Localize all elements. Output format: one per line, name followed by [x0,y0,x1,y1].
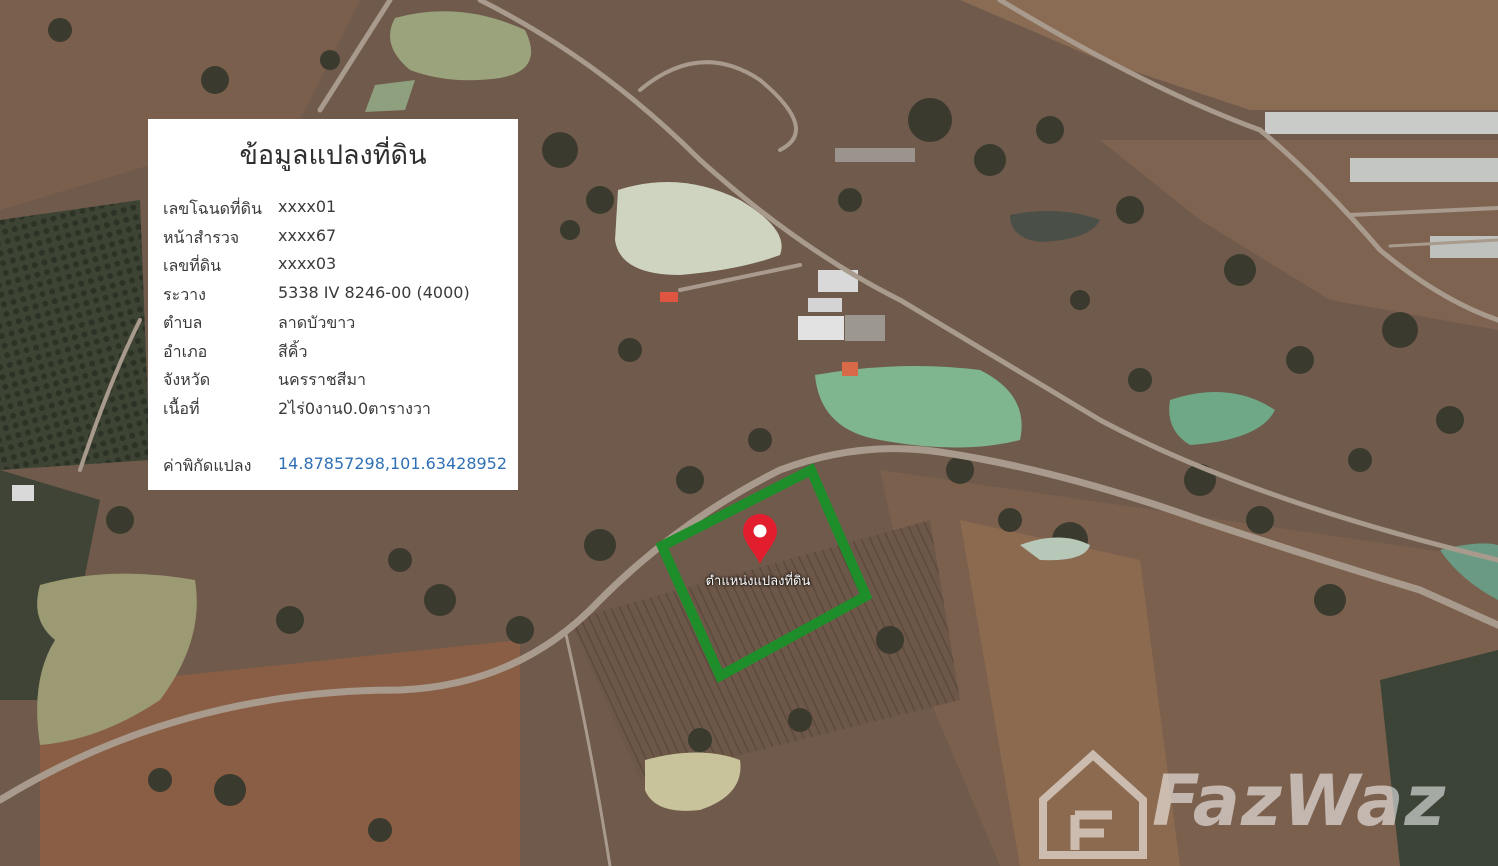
label-coordinates: ค่าพิกัดแปลง [163,456,252,475]
label-district: อำเภอ [163,342,208,361]
label-title-deed-number: เลขโฉนดที่ดิน [163,199,262,218]
label-land-number: เลขที่ดิน [163,256,222,275]
value-survey-page: xxxx67 [278,226,337,245]
value-map-sheet: 5338 IV 8246-00 (4000) [278,283,470,302]
value-land-number: xxxx03 [278,254,337,273]
watermark: FazWaz [1040,750,1490,860]
orchard [0,200,150,470]
land-parcel-info-card: ข้อมูลแปลงที่ดิน เลขโฉนดที่ดิน xxxx01 หน… [148,119,518,490]
value-title-deed-number: xxxx01 [278,197,337,216]
label-survey-page: หน้าสำรวจ [163,228,240,247]
value-district: สีคิ้ว [278,342,308,361]
label-area: เนื้อที่ [163,399,200,418]
info-card-title: ข้อมูลแปลงที่ดิน [239,140,427,171]
value-subdistrict: ลาดบัวขาว [278,313,356,332]
value-province: นครราชสีมา [278,370,366,389]
value-area: 2ไร่0งาน0.0ตารางวา [278,399,431,418]
coordinates-link[interactable]: 14.87857298,101.63428952 [278,454,507,473]
label-map-sheet: ระวาง [163,285,206,304]
label-subdistrict: ตำบล [163,313,203,332]
label-province: จังหวัด [163,370,211,389]
parcel-location-label: ตำแหน่งแปลงที่ดิน [705,574,811,589]
watermark-text: FazWaz [1152,760,1447,842]
